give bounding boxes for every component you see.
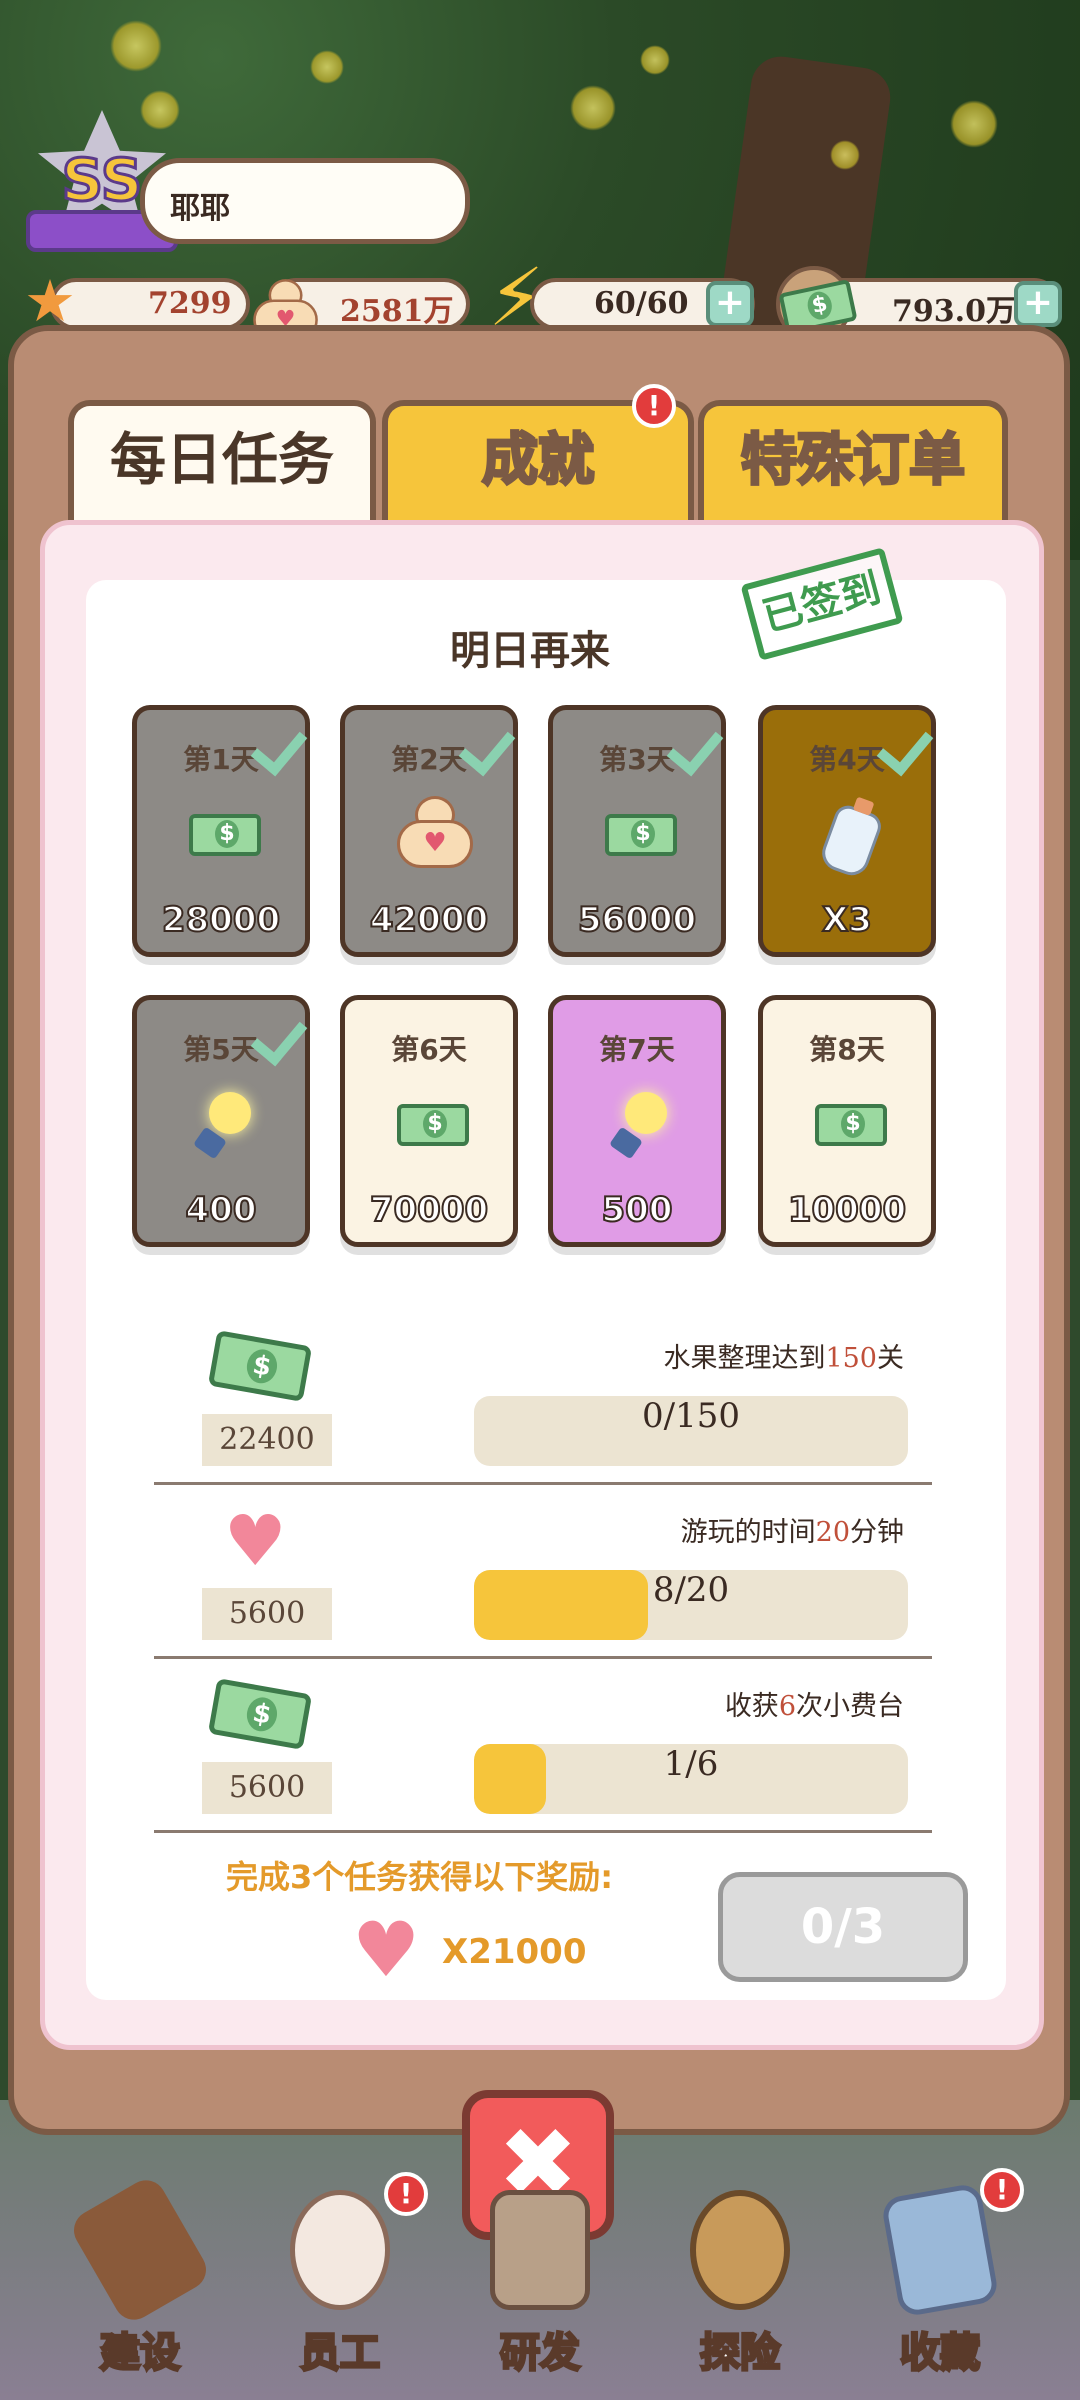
progress-text: 1/6 <box>663 1744 719 1784</box>
day-card-1[interactable]: 第1天 28000 <box>132 705 310 957</box>
divider <box>154 1656 932 1659</box>
hammer-icon <box>66 2173 214 2327</box>
achievements-alert-badge: ! <box>632 384 676 428</box>
task-heart-icon: ♥ <box>224 1500 287 1582</box>
day-value: 10000 <box>787 1189 907 1231</box>
day-label: 第6天 <box>391 1033 467 1066</box>
glow-light <box>310 50 344 84</box>
task-reward: 5600 <box>202 1588 332 1640</box>
glow-light <box>830 140 860 170</box>
glow-light <box>110 20 162 72</box>
day-value: 28000 <box>161 899 281 941</box>
day-card-7[interactable]: 第7天 500 <box>548 995 726 1247</box>
check-icon <box>253 718 315 768</box>
nav-label: 研发 <box>499 2329 582 2378</box>
day-value: 400 <box>185 1189 258 1231</box>
rank-text: SS <box>60 145 144 216</box>
stars-value: 7299 <box>148 286 232 321</box>
tab-special-orders[interactable]: 特殊订单 <box>698 400 1008 520</box>
progress-text: 8/20 <box>652 1570 730 1610</box>
day-value: 70000 <box>369 1189 489 1231</box>
compass-icon <box>690 2190 790 2310</box>
claim-bonus-button[interactable]: 0/3 <box>718 1872 968 1982</box>
day-label: 第7天 <box>599 1033 675 1066</box>
day-card-4[interactable]: 第4天 X3 <box>758 705 936 957</box>
check-icon <box>669 718 731 768</box>
staff-alert-badge: ! <box>384 2172 428 2216</box>
bonus-amount: X21000 <box>442 1932 587 1972</box>
cash-value: 793.0万 <box>892 294 1016 329</box>
task-progress-bar: 0/150 <box>474 1396 908 1466</box>
day-value: 500 <box>601 1189 674 1231</box>
glow-light <box>640 45 670 75</box>
book-icon <box>880 2182 1000 2318</box>
check-icon <box>461 718 523 768</box>
nav-research[interactable]: 研发 <box>460 2180 620 2380</box>
day-value: 42000 <box>369 899 489 941</box>
day-card-3[interactable]: 第3天 56000 <box>548 705 726 957</box>
day-label: 第8天 <box>809 1033 885 1066</box>
bottle-icon <box>817 801 885 881</box>
glow-light <box>950 100 998 148</box>
cash-icon <box>397 1104 469 1146</box>
bonus-title: 完成3个任务获得以下奖励: <box>226 1858 614 1896</box>
cash-icon <box>605 814 677 856</box>
cash-icon <box>189 814 261 856</box>
lightbulb-icon <box>613 1092 669 1158</box>
nav-label: 收藏 <box>899 2329 982 2378</box>
nav-label: 建设 <box>99 2329 182 2378</box>
day-card-6[interactable]: 第6天 70000 <box>340 995 518 1247</box>
divider <box>154 1482 932 1485</box>
fan-icon <box>397 796 473 868</box>
paw-icon <box>290 2190 390 2310</box>
task-progress-bar: 8/20 <box>474 1570 908 1640</box>
cash-icon <box>815 1104 887 1146</box>
nav-explore[interactable]: 探险 <box>660 2180 820 2380</box>
task-progress-bar: 1/6 <box>474 1744 908 1814</box>
glow-light <box>570 85 616 131</box>
nav-label: 员工 <box>299 2329 382 2378</box>
lightbulb-icon <box>197 1092 253 1158</box>
task-reward: 5600 <box>202 1762 332 1814</box>
task-description: 收获6次小费台 <box>724 1691 904 1722</box>
task-description: 游玩的时间20分钟 <box>680 1517 904 1548</box>
day-card-5[interactable]: 第5天 400 <box>132 995 310 1247</box>
day-card-8[interactable]: 第8天 10000 <box>758 995 936 1247</box>
check-icon <box>253 1008 315 1058</box>
task-reward: 22400 <box>202 1414 332 1466</box>
followers-value: 2581万 <box>340 294 454 329</box>
check-icon <box>879 718 941 768</box>
player-name: 耶耶 <box>170 191 230 226</box>
add-cash-button[interactable]: + <box>1014 281 1062 327</box>
tab-daily-tasks[interactable]: 每日任务 <box>68 400 376 520</box>
day-card-2[interactable]: 第2天 42000 <box>340 705 518 957</box>
divider <box>154 1830 932 1833</box>
progress-text: 0/150 <box>642 1396 740 1436</box>
day-value: 56000 <box>577 899 697 941</box>
nav-build[interactable]: 建设 <box>60 2173 220 2380</box>
nav-label: 探险 <box>699 2329 782 2378</box>
cup-icon <box>490 2190 590 2310</box>
bonus-heart-icon: ♥ <box>352 1905 421 1994</box>
energy-value: 60/60 <box>594 286 689 321</box>
collection-alert-badge: ! <box>980 2168 1024 2212</box>
day-value: X3 <box>821 899 873 941</box>
add-energy-button[interactable]: + <box>706 281 754 327</box>
star-icon: ★ <box>24 267 76 335</box>
come-back-tomorrow-text: 明日再来 <box>450 628 610 674</box>
task-description: 水果整理达到150关 <box>663 1343 904 1374</box>
